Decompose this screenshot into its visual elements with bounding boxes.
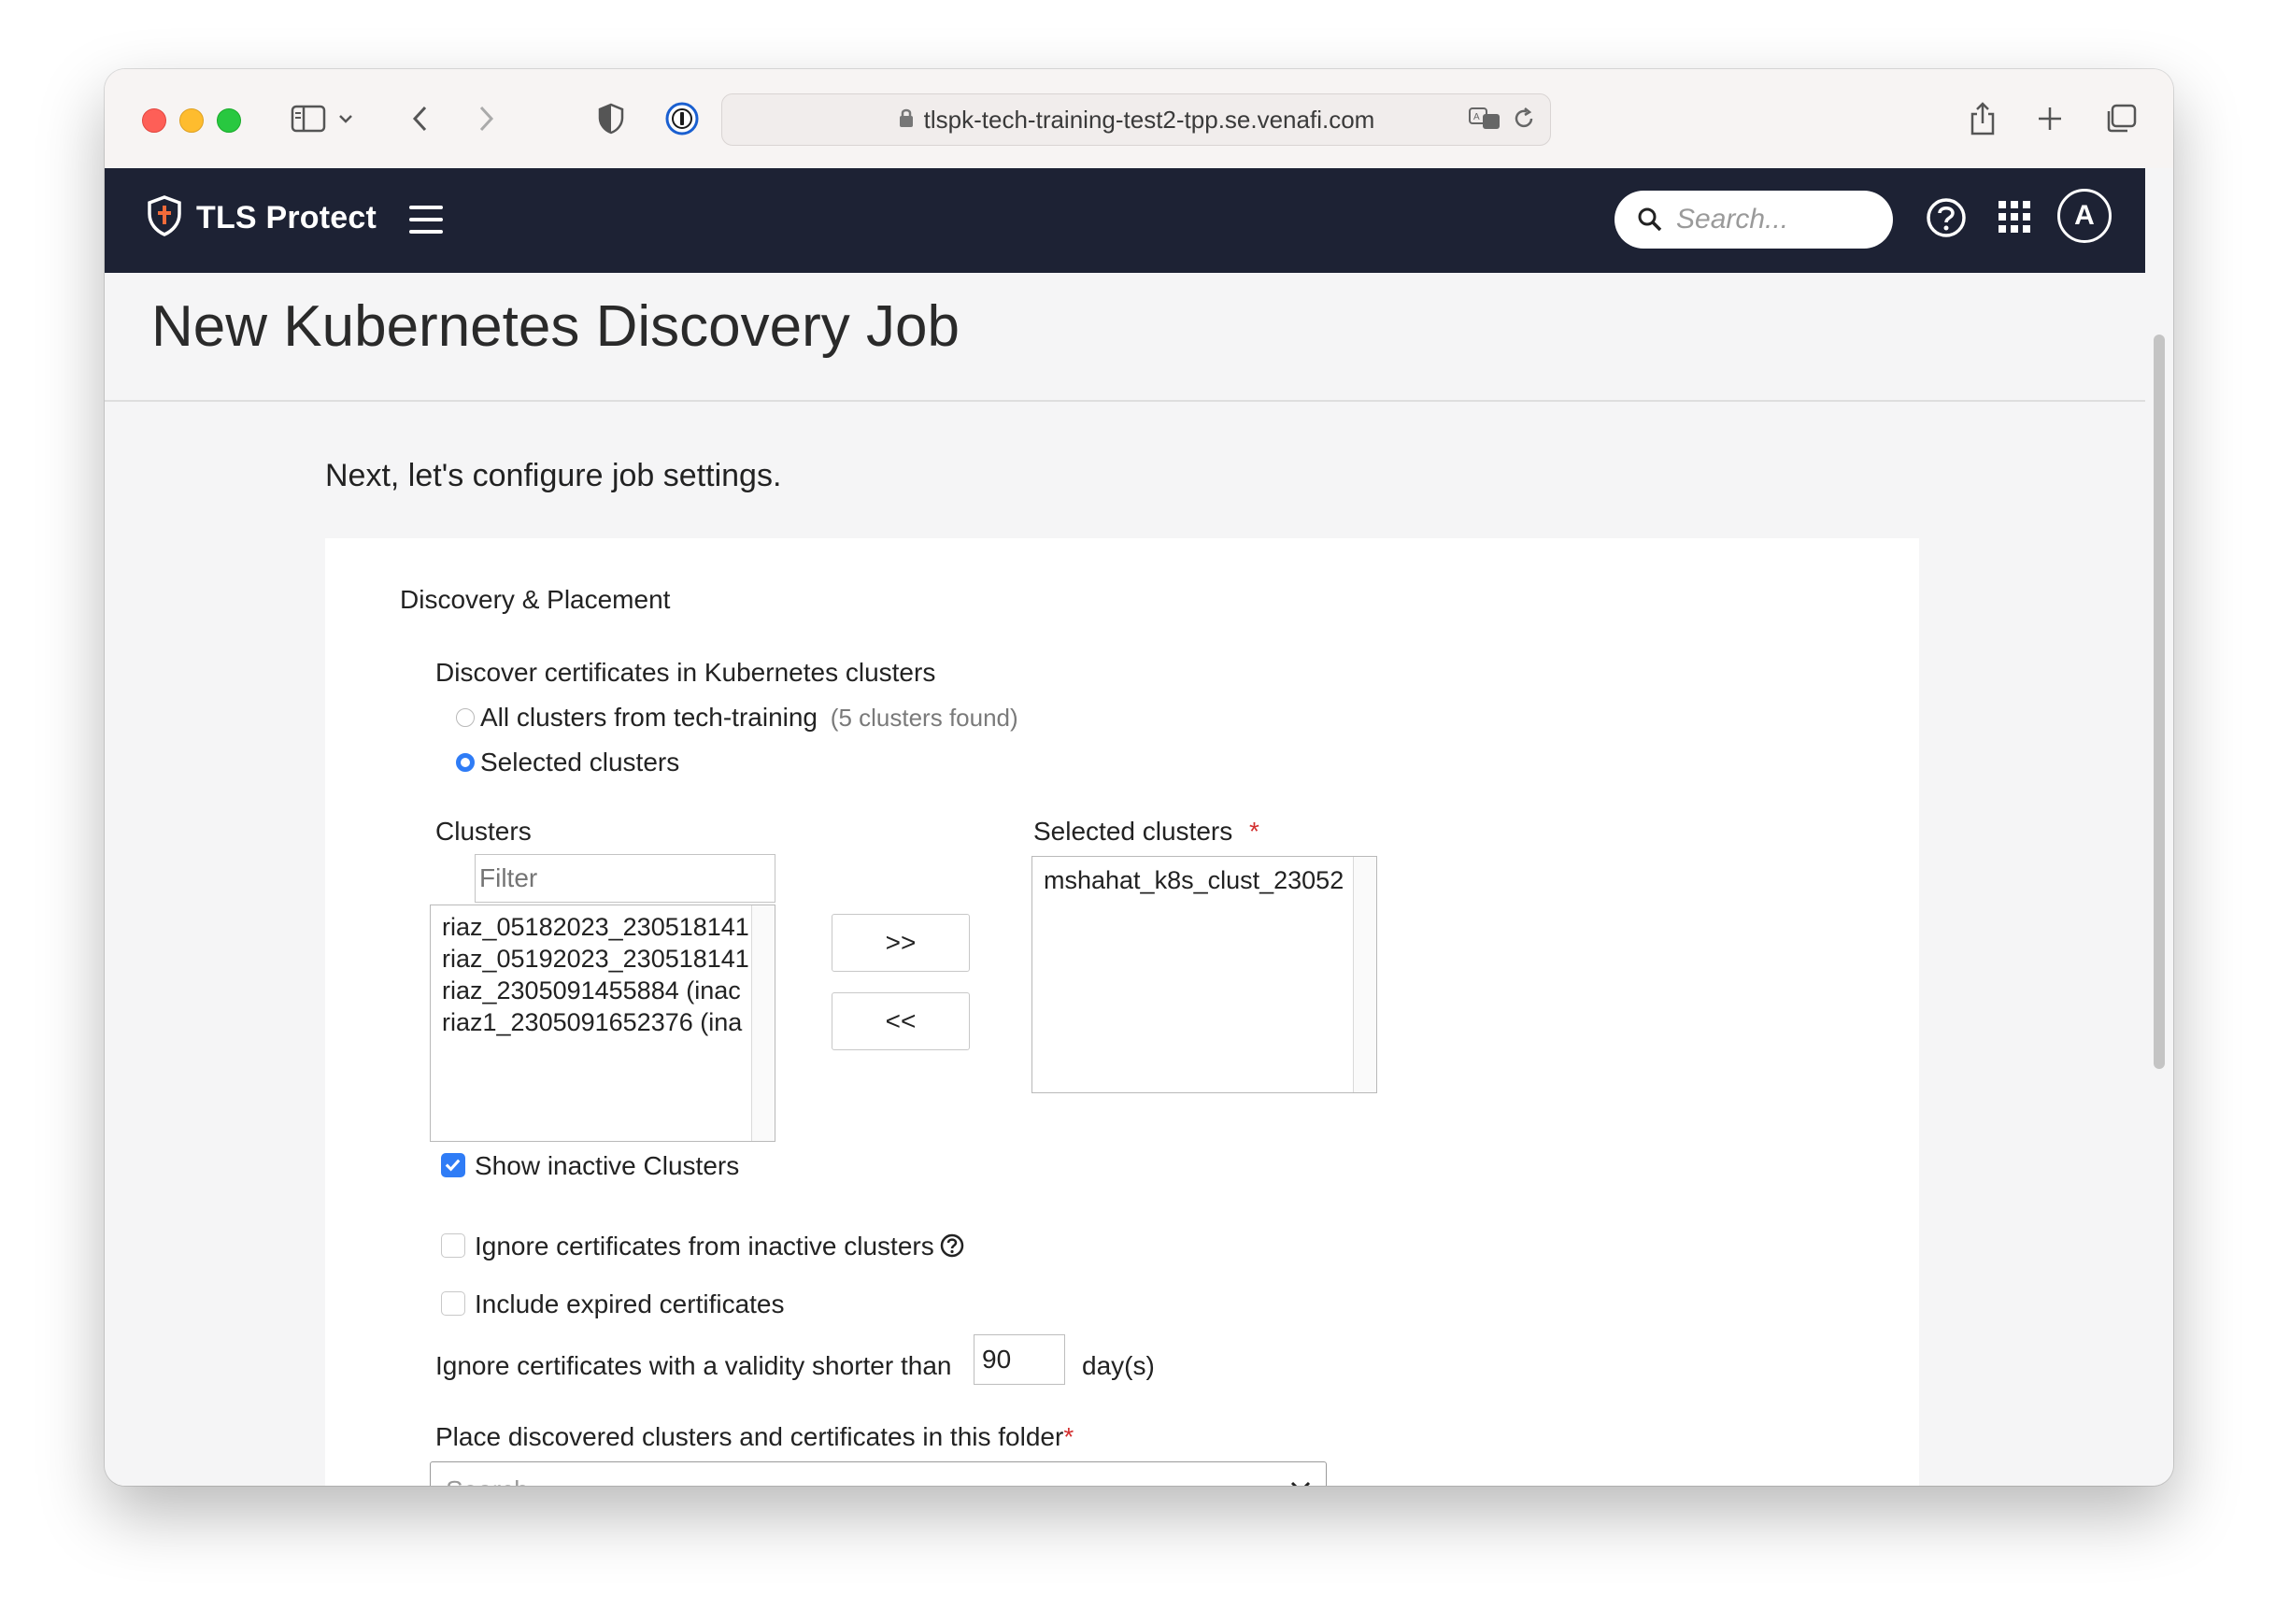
shield-logo-icon [146, 194, 183, 242]
share-icon[interactable] [1966, 97, 1999, 140]
user-avatar[interactable]: A [2057, 189, 2112, 243]
chevron-down-icon[interactable] [334, 97, 357, 140]
validity-unit: day(s) [1082, 1351, 1155, 1380]
forward-arrow-icon[interactable] [471, 97, 503, 140]
selected-clusters-listbox[interactable]: mshahat_k8s_clust_23052 [1031, 856, 1377, 1093]
page-scrollbar[interactable] [2145, 168, 2173, 1486]
page-subtitle: Next, let's configure job settings. [325, 458, 782, 493]
browser-toolbar: tlspk-tech-training-test2-tpp.se.venafi.… [105, 69, 2173, 169]
search-input[interactable] [1674, 203, 1865, 236]
browser-window: tlspk-tech-training-test2-tpp.se.venafi.… [105, 69, 2173, 1486]
avatar-initial: A [2074, 200, 2095, 231]
clusters-list: riaz_05182023_230518141 riaz_05192023_23… [431, 905, 775, 1038]
password-manager-icon[interactable] [661, 97, 703, 140]
menu-icon[interactable] [409, 206, 443, 234]
translate-icon[interactable]: A [1468, 106, 1503, 136]
page-content: Next, let's configure job settings. Disc… [105, 402, 2145, 1486]
url-text: tlspk-tech-training-test2-tpp.se.venafi.… [923, 105, 1375, 134]
ignore-inactive-checkbox[interactable] [441, 1233, 465, 1258]
validity-label: Ignore certificates with a validity shor… [435, 1351, 952, 1380]
selected-clusters-label: Selected clusters * [1033, 817, 1259, 847]
svg-text:A: A [1473, 112, 1480, 122]
selected-clusters-list: mshahat_k8s_clust_23052 [1032, 857, 1376, 896]
brand-logo[interactable]: TLS Protect [146, 194, 377, 242]
zoom-window-button[interactable] [217, 108, 241, 133]
search-icon [1637, 207, 1663, 233]
required-marker: * [1249, 817, 1259, 846]
brand-name: TLS Protect [196, 200, 377, 235]
ignore-inactive-label[interactable]: Ignore certificates from inactive cluste… [475, 1232, 934, 1261]
list-item[interactable]: riaz_05182023_230518141 [442, 911, 775, 943]
minimize-window-button[interactable] [179, 108, 204, 133]
shield-privacy-icon[interactable] [592, 97, 630, 140]
add-cluster-button[interactable]: >> [832, 914, 970, 972]
close-window-button[interactable] [142, 108, 166, 133]
radio-selected-clusters-label[interactable]: Selected clusters [480, 748, 679, 777]
global-search[interactable] [1615, 191, 1893, 249]
radio-selected-clusters[interactable] [456, 753, 475, 772]
clusters-listbox[interactable]: riaz_05182023_230518141 riaz_05192023_23… [430, 905, 775, 1142]
radio-all-label-text: All clusters from tech-training [480, 703, 818, 732]
include-expired-label[interactable]: Include expired certificates [475, 1289, 785, 1319]
help-circle-icon[interactable] [940, 1233, 964, 1262]
list-item[interactable]: mshahat_k8s_clust_23052 [1044, 864, 1376, 896]
clusters-found-note: (5 clusters found) [830, 704, 1018, 732]
selected-listbox-scrollbar[interactable] [1353, 857, 1376, 1092]
page-scrollbar-thumb[interactable] [2154, 335, 2165, 1069]
page-title: New Kubernetes Discovery Job [151, 294, 960, 359]
checkmark-icon [445, 1159, 461, 1172]
folder-label: Place discovered clusters and certificat… [435, 1422, 1074, 1452]
remove-cluster-button[interactable]: << [832, 992, 970, 1050]
chevron-down-icon [1290, 1481, 1311, 1486]
required-marker: * [1063, 1422, 1074, 1451]
lock-icon [898, 107, 915, 134]
show-inactive-checkbox[interactable] [441, 1153, 465, 1177]
folder-label-text: Place discovered clusters and certificat… [435, 1422, 1064, 1451]
folder-select[interactable]: Search [430, 1461, 1327, 1486]
apps-grid-icon[interactable] [1998, 200, 2031, 238]
job-settings-card: Discovery & Placement Discover certifica… [325, 538, 1919, 1486]
cluster-filter-input[interactable] [475, 854, 775, 903]
sidebar-toggle-icon[interactable] [288, 97, 329, 140]
folder-select-placeholder: Search [446, 1475, 529, 1486]
address-bar[interactable]: tlspk-tech-training-test2-tpp.se.venafi.… [721, 93, 1551, 146]
discover-label: Discover certificates in Kubernetes clus… [435, 658, 936, 687]
back-arrow-icon[interactable] [404, 97, 435, 140]
radio-all-clusters-label[interactable]: All clusters from tech-training (5 clust… [480, 703, 1018, 733]
clusters-listbox-scrollbar[interactable] [751, 905, 775, 1141]
reload-icon[interactable] [1511, 106, 1537, 136]
clusters-label: Clusters [435, 817, 532, 846]
help-icon[interactable] [1925, 196, 1968, 244]
app-header: TLS Protect A [105, 168, 2145, 273]
selected-clusters-label-text: Selected clusters [1033, 817, 1233, 846]
list-item[interactable]: riaz1_2305091652376 (ina [442, 1006, 775, 1038]
new-tab-icon[interactable] [2033, 97, 2067, 140]
list-item[interactable]: riaz_2305091455884 (inac [442, 975, 775, 1006]
tab-overview-icon[interactable] [2102, 97, 2140, 140]
validity-days-input[interactable] [974, 1334, 1065, 1385]
page-title-band: New Kubernetes Discovery Job [105, 273, 2145, 402]
radio-all-clusters[interactable] [456, 708, 475, 727]
list-item[interactable]: riaz_05192023_230518141 [442, 943, 775, 975]
include-expired-checkbox[interactable] [441, 1291, 465, 1316]
section-title: Discovery & Placement [400, 585, 671, 614]
show-inactive-label[interactable]: Show inactive Clusters [475, 1151, 739, 1181]
